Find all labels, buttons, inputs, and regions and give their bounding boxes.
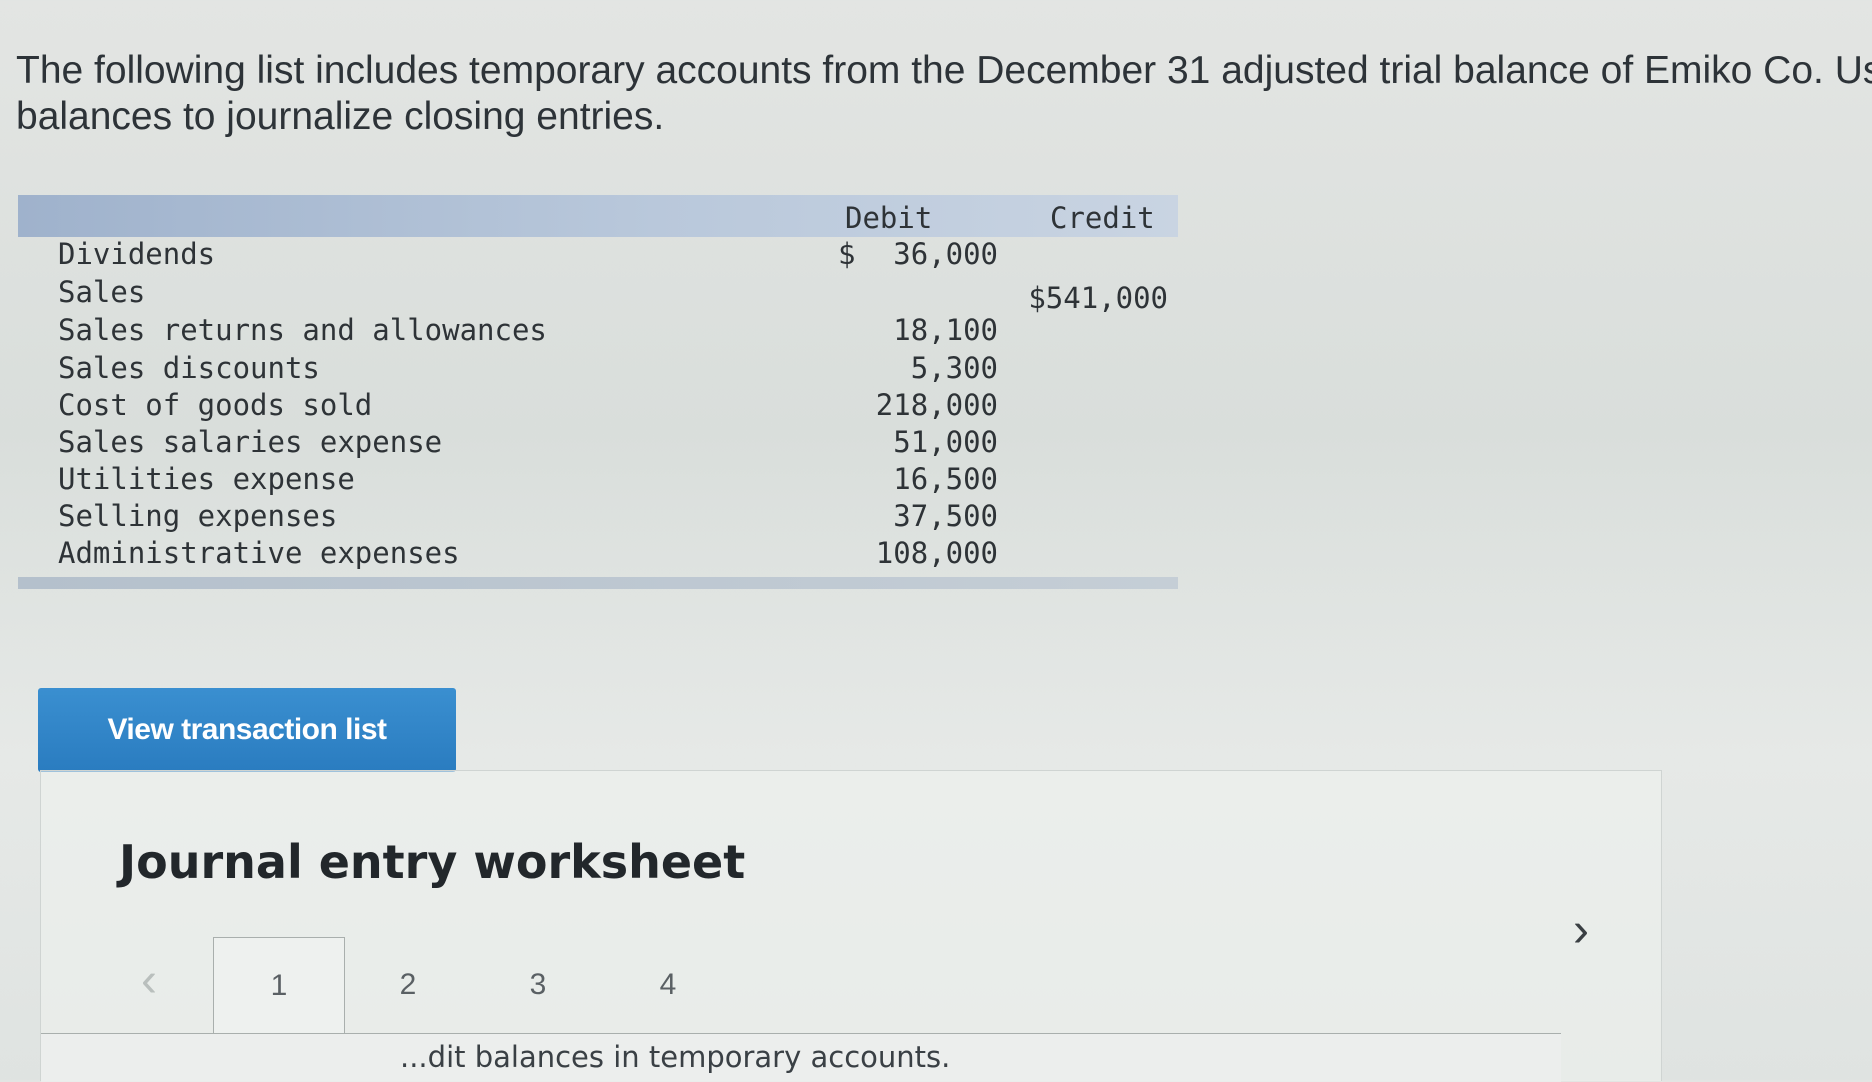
instructions-line-1: The following list includes temporary ac… bbox=[16, 49, 1872, 92]
table-row: Administrative expenses 108,000 bbox=[58, 536, 1168, 572]
account-name: Administrative expenses bbox=[58, 536, 460, 570]
debit-column-header: Debit bbox=[845, 201, 933, 235]
debit-amount: 16,500 bbox=[893, 462, 998, 496]
account-name: Dividends bbox=[58, 237, 216, 271]
chevron-right-icon[interactable]: › bbox=[1561, 901, 1601, 961]
tab-entry-2[interactable]: 2 bbox=[343, 937, 473, 1033]
tab-entry-1[interactable]: 1 bbox=[213, 937, 345, 1034]
debit-amount: 36,000 bbox=[893, 237, 998, 271]
chevron-left-icon[interactable]: ‹ bbox=[129, 951, 169, 1011]
table-row: Selling expenses 37,500 bbox=[58, 499, 1168, 535]
account-name: Sales bbox=[58, 275, 146, 309]
tab-entry-3[interactable]: 3 bbox=[473, 937, 603, 1033]
instructions-line-2: balances to journalize closing entries. bbox=[16, 95, 665, 138]
account-name: Sales discounts bbox=[58, 351, 320, 385]
debit-amount: 108,000 bbox=[875, 536, 998, 570]
account-name: Utilities expense bbox=[58, 462, 355, 496]
table-row: Sales discounts 5,300 bbox=[58, 351, 1168, 387]
credit-amount: $541,000 bbox=[1028, 281, 1168, 315]
debit-amount: 37,500 bbox=[893, 499, 998, 533]
account-name: Cost of goods sold bbox=[58, 388, 373, 422]
table-header-bar bbox=[18, 195, 1178, 237]
table-row: Sales salaries expense 51,000 bbox=[58, 425, 1168, 461]
tab-entry-4[interactable]: 4 bbox=[603, 937, 733, 1033]
table-row: Dividends $ 36,000 bbox=[58, 237, 1168, 273]
worksheet-instruction-text: ...dit balances in temporary accounts. bbox=[400, 1040, 951, 1074]
debit-amount: 18,100 bbox=[893, 313, 998, 347]
account-name: Sales returns and allowances bbox=[58, 313, 547, 347]
account-name: Selling expenses bbox=[58, 499, 338, 533]
debit-amount: 218,000 bbox=[875, 388, 998, 422]
table-row: Sales returns and allowances 18,100 bbox=[58, 313, 1168, 349]
view-transaction-list-button[interactable]: View transaction list bbox=[38, 688, 456, 772]
table-bottom-bar bbox=[18, 577, 1178, 589]
trial-balance-table: Debit Credit Dividends $ 36,000 Sales $5… bbox=[18, 195, 1178, 590]
journal-entry-worksheet: Journal entry worksheet ‹ 1 2 3 4 › bbox=[40, 770, 1662, 1082]
table-row: Sales $541,000 bbox=[58, 275, 1168, 315]
dollar-sign: $ bbox=[838, 237, 856, 271]
debit-amount: 5,300 bbox=[910, 351, 998, 385]
worksheet-title: Journal entry worksheet bbox=[119, 835, 746, 889]
instructions-text: The following list includes temporary ac… bbox=[16, 48, 1872, 140]
table-row: Utilities expense 16,500 bbox=[58, 462, 1168, 498]
debit-amount: 51,000 bbox=[893, 425, 998, 459]
table-row: Cost of goods sold 218,000 bbox=[58, 388, 1168, 424]
account-name: Sales salaries expense bbox=[58, 425, 443, 459]
credit-column-header: Credit bbox=[1050, 201, 1155, 235]
